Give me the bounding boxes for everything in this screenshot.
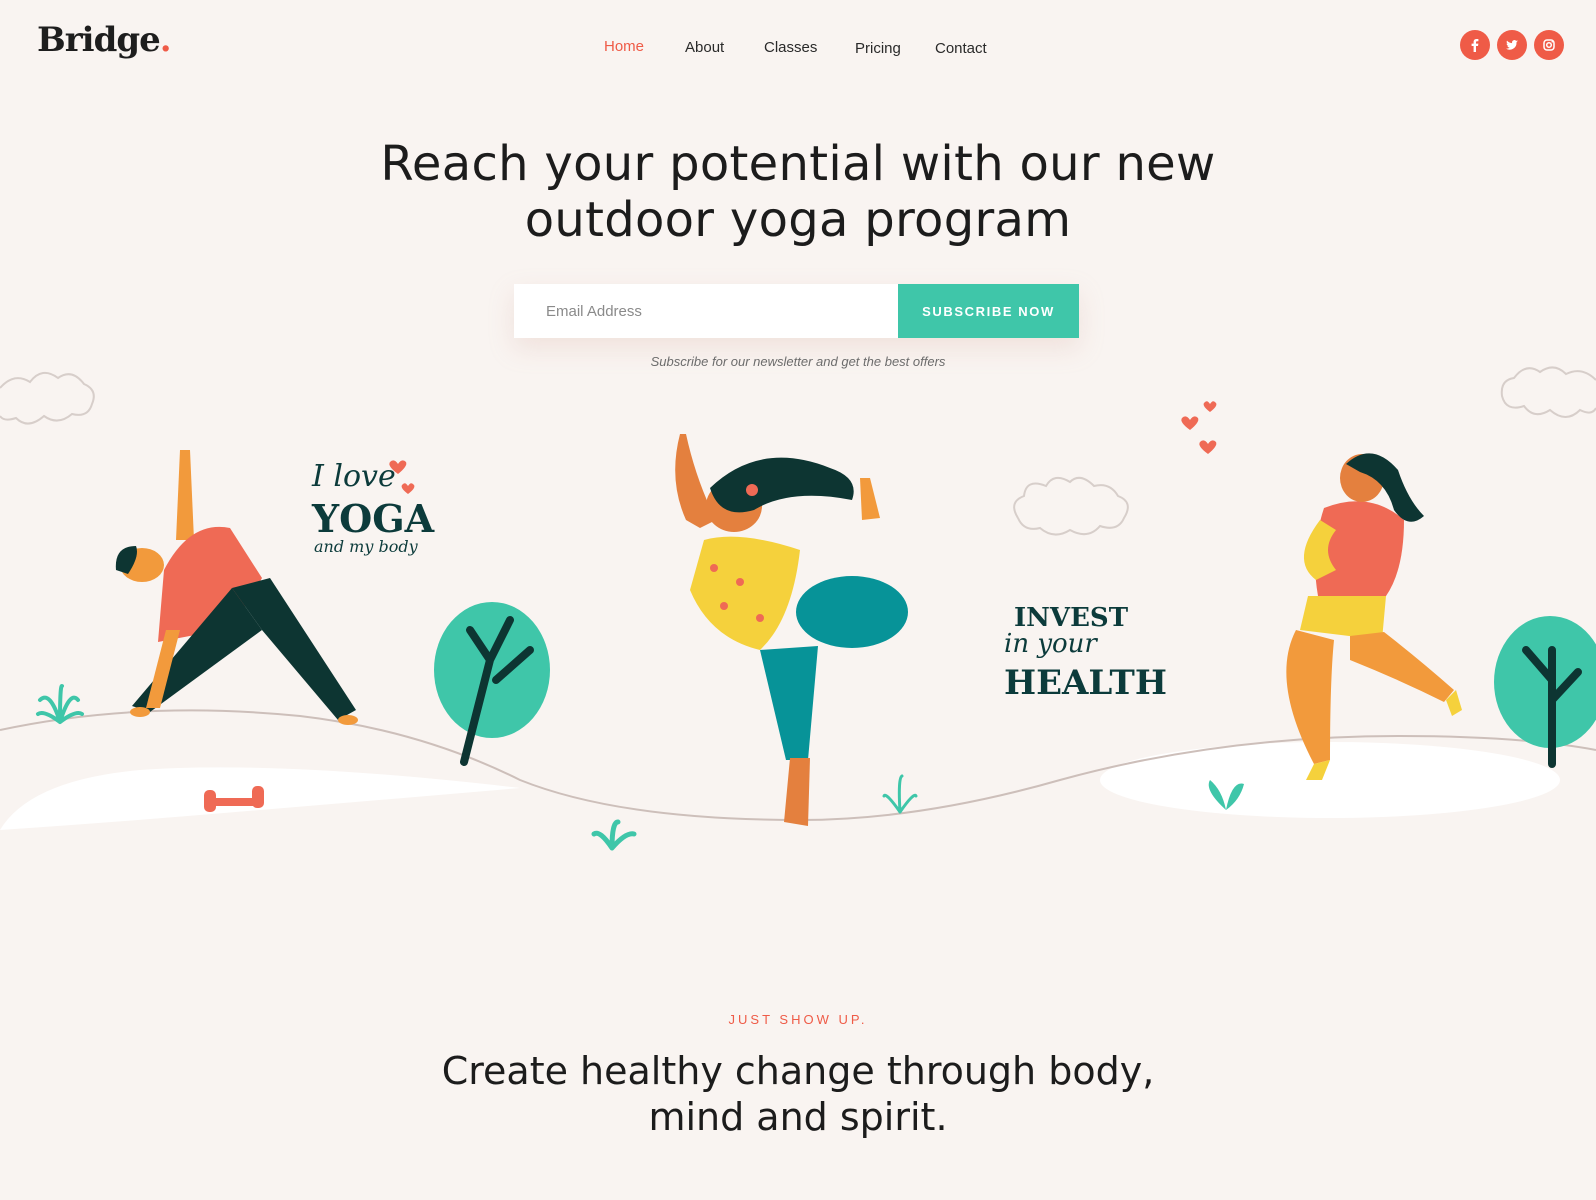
badge2-line2: in your bbox=[1004, 629, 1098, 659]
badge1-line1: I love bbox=[311, 459, 396, 494]
nav-about[interactable]: About bbox=[685, 39, 724, 56]
social-links bbox=[1460, 30, 1564, 60]
section-kicker: JUST SHOW UP. bbox=[728, 1012, 868, 1027]
section-title-line2: mind and spirit. bbox=[648, 1095, 948, 1139]
main-nav: Home About Classes Pricing Contact bbox=[0, 36, 1596, 60]
section-title: Create healthy change through body, mind… bbox=[0, 1048, 1596, 1140]
badge2-line3: HEALTH bbox=[1004, 663, 1167, 703]
heart-icon bbox=[1203, 401, 1217, 412]
hero-title: Reach your potential with our new outdoo… bbox=[0, 136, 1596, 248]
badge1-line2: YOGA bbox=[311, 496, 435, 541]
section-title-line1: Create healthy change through body, bbox=[441, 1049, 1155, 1093]
woman-running-figure bbox=[1286, 453, 1462, 780]
nav-pricing[interactable]: Pricing bbox=[855, 40, 901, 57]
email-input[interactable] bbox=[514, 284, 898, 338]
subscribe-form: SUBSCRIBE NOW bbox=[514, 284, 1079, 338]
i-love-yoga-badge: I love YOGA and my body bbox=[311, 459, 435, 556]
instagram-icon[interactable] bbox=[1534, 30, 1564, 60]
plant-icon bbox=[882, 774, 918, 814]
woman-dancer-pose-figure bbox=[675, 434, 908, 826]
nav-home[interactable]: Home bbox=[604, 38, 644, 55]
cloud-left-icon bbox=[0, 371, 95, 425]
invest-in-your-health-badge: INVEST in your HEALTH bbox=[1004, 603, 1167, 703]
cloud-right-icon bbox=[1500, 366, 1596, 418]
heart-icon bbox=[1181, 416, 1199, 430]
cloud-center-icon bbox=[1013, 476, 1129, 536]
subscribe-button[interactable]: SUBSCRIBE NOW bbox=[898, 284, 1079, 338]
hero-title-line1: Reach your potential with our new bbox=[380, 136, 1216, 192]
heart-icon bbox=[1199, 440, 1217, 454]
hero-illustration: I love YOGA and my body INVEST in your H… bbox=[0, 366, 1596, 880]
facebook-icon[interactable] bbox=[1460, 30, 1490, 60]
hero-title-line2: outdoor yoga program bbox=[524, 192, 1072, 248]
nav-classes[interactable]: Classes bbox=[764, 39, 817, 56]
nav-contact[interactable]: Contact bbox=[935, 40, 987, 57]
heart-icon bbox=[401, 483, 415, 494]
badge1-line3: and my body bbox=[314, 537, 419, 556]
tree-left-icon bbox=[434, 602, 550, 766]
twitter-icon[interactable] bbox=[1497, 30, 1527, 60]
